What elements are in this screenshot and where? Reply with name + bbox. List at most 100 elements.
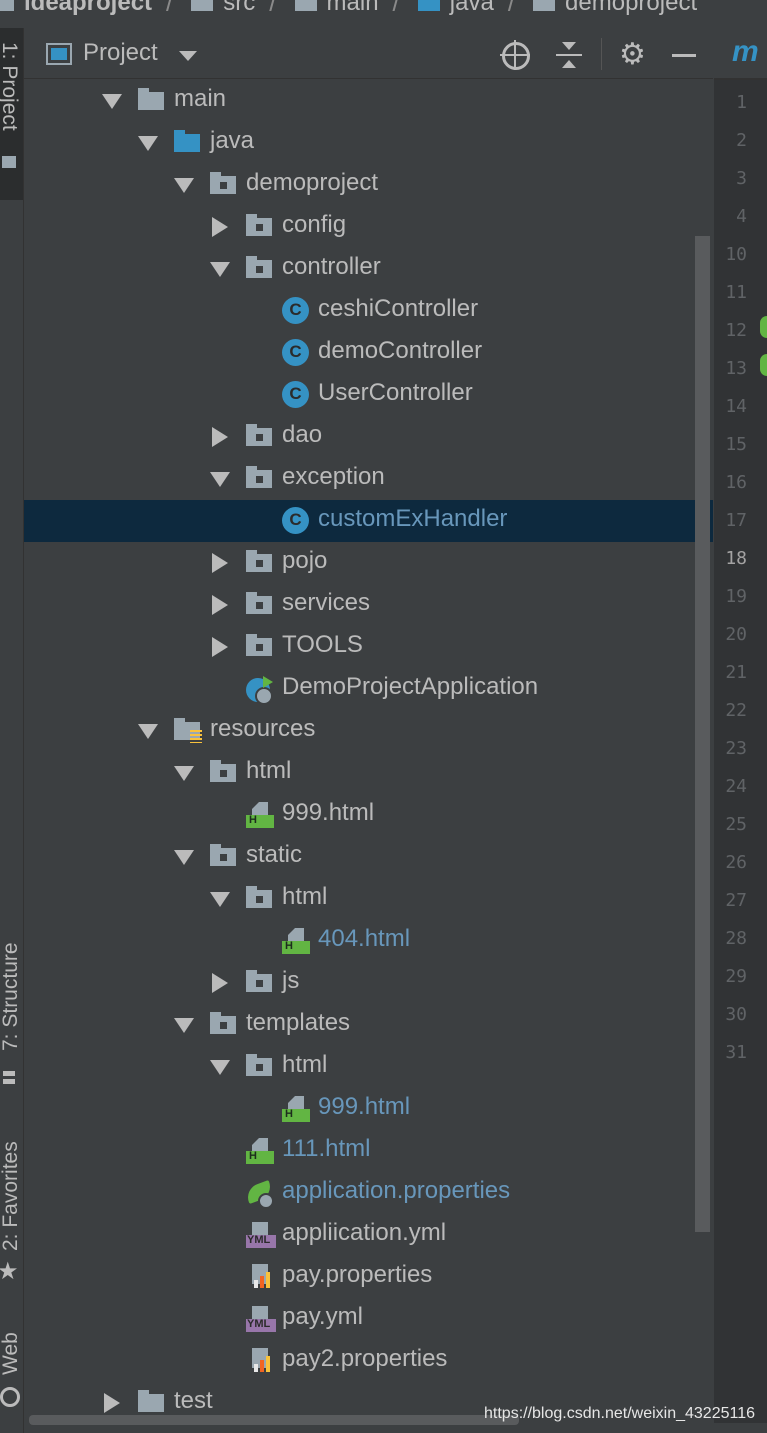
locate-icon[interactable] — [500, 40, 530, 70]
view-dropdown-icon[interactable] — [179, 51, 197, 61]
expand-arrow-icon[interactable] — [174, 766, 194, 781]
expand-arrow-icon[interactable] — [174, 850, 194, 865]
tree-row[interactable]: CdemoController — [24, 332, 713, 374]
editor-tab[interactable]: m — [714, 30, 767, 80]
tree-row[interactable]: services — [24, 584, 713, 626]
tree-item-label: pojo — [282, 547, 328, 574]
collapse-all-icon[interactable] — [554, 40, 584, 70]
tree-row[interactable]: DemoProjectApplication — [24, 668, 713, 710]
tree-row[interactable]: pay2.properties — [24, 1340, 713, 1382]
tree-vertical-scrollbar[interactable] — [695, 236, 710, 1232]
tab-project[interactable]: 1: Project — [0, 28, 23, 200]
line-number: 21 — [725, 662, 747, 683]
package-icon — [246, 424, 274, 450]
breadcrumb-item[interactable]: src — [191, 0, 255, 17]
tree-row[interactable]: CcustomExHandler — [24, 500, 713, 542]
line-number: 27 — [725, 890, 747, 911]
expand-arrow-icon[interactable] — [102, 94, 122, 109]
tree-row[interactable]: C UserController — [24, 374, 713, 416]
expand-arrow-icon[interactable] — [210, 472, 230, 487]
tree-item-label: TOOLS — [282, 631, 363, 658]
package-icon — [246, 466, 274, 492]
line-number: 24 — [725, 776, 747, 797]
gutter-marker[interactable] — [760, 316, 767, 338]
tree-row[interactable]: config — [24, 206, 713, 248]
yml-file-icon: YML — [246, 1222, 276, 1248]
tree-row[interactable]: controller — [24, 248, 713, 290]
tree-row[interactable]: YML appliication.yml — [24, 1214, 713, 1256]
tree-row[interactable]: html — [24, 752, 713, 794]
tree-item-label: pay2.properties — [282, 1345, 448, 1372]
hide-icon[interactable] — [672, 40, 702, 70]
tree-row[interactable]: js — [24, 962, 713, 1004]
expand-arrow-icon[interactable] — [174, 1018, 194, 1033]
gutter-marker[interactable] — [760, 354, 767, 376]
collapse-arrow-icon[interactable] — [212, 427, 228, 447]
tree-row[interactable]: dao — [24, 416, 713, 458]
gear-icon[interactable]: ⚙ — [619, 40, 649, 70]
tree-row[interactable]: exception — [24, 458, 713, 500]
tree-row[interactable]: resources — [24, 710, 713, 752]
html-file-icon: H — [246, 802, 274, 828]
tree-horizontal-scrollbar[interactable] — [29, 1415, 519, 1425]
tab-structure[interactable]: 7: Structure — [0, 933, 23, 1093]
breadcrumb-item[interactable]: java — [417, 0, 494, 17]
tree-row[interactable]: demoproject — [24, 164, 713, 206]
tree-row[interactable]: H 999.html — [24, 1088, 713, 1130]
project-tree[interactable]: main java demoproject config controller Ccesh… — [24, 80, 713, 1423]
tree-row[interactable]: TOOLS — [24, 626, 713, 668]
tree-item-label: services — [282, 589, 371, 616]
tree-row[interactable]: YML pay.yml — [24, 1298, 713, 1340]
collapse-arrow-icon[interactable] — [212, 217, 228, 237]
tree-row[interactable]: pojo — [24, 542, 713, 584]
breadcrumb-separator: / — [269, 0, 277, 17]
tree-item-label: pay.yml — [282, 1303, 363, 1330]
tree-row[interactable]: H 111.html — [24, 1130, 713, 1172]
tree-row[interactable]: H 999.html — [24, 794, 713, 836]
folder-icon — [138, 88, 166, 114]
expand-arrow-icon[interactable] — [174, 178, 194, 193]
breadcrumb-item[interactable]: demoproject — [533, 0, 697, 17]
tree-item-label: customExHandler — [318, 505, 508, 532]
java-class-icon: C — [282, 297, 309, 324]
tree-item-label: dao — [282, 421, 323, 448]
panel-title[interactable]: Project — [83, 39, 158, 67]
tree-row[interactable]: H 404.html — [24, 920, 713, 962]
collapse-arrow-icon[interactable] — [212, 973, 228, 993]
breadcrumb-item[interactable]: ideaproject — [0, 0, 152, 17]
tree-row[interactable]: CceshiController — [24, 290, 713, 332]
folder-icon — [294, 0, 317, 11]
tree-row[interactable]: html — [24, 1046, 713, 1088]
tab-favorites[interactable]: 2: Favorites ★ — [0, 1133, 23, 1293]
tree-row[interactable]: pay.properties — [24, 1256, 713, 1298]
tree-row[interactable]: html — [24, 878, 713, 920]
tree-row[interactable]: java — [24, 122, 713, 164]
expand-arrow-icon[interactable] — [210, 1060, 230, 1075]
tab-web[interactable]: Web — [0, 1323, 23, 1423]
expand-arrow-icon[interactable] — [210, 892, 230, 907]
collapse-arrow-icon[interactable] — [212, 637, 228, 657]
tree-row[interactable]: application.properties — [24, 1172, 713, 1214]
collapse-arrow-icon[interactable] — [212, 553, 228, 573]
tree-row[interactable]: main — [24, 80, 713, 122]
line-number: 13 — [725, 358, 747, 379]
tree-item-label: 999.html — [318, 1093, 411, 1120]
tree-item-label: demoController — [318, 337, 483, 364]
line-number: 29 — [725, 966, 747, 987]
tree-item-label: controller — [282, 253, 381, 280]
tree-item-label: html — [246, 757, 292, 784]
folder-icon — [138, 1390, 166, 1416]
tree-row[interactable]: static — [24, 836, 713, 878]
expand-arrow-icon[interactable] — [138, 724, 158, 739]
collapse-arrow-icon[interactable] — [104, 1393, 120, 1413]
tree-row[interactable]: templates — [24, 1004, 713, 1046]
line-number: 26 — [725, 852, 747, 873]
breadcrumb-item[interactable]: main — [294, 0, 379, 17]
source-folder-icon — [417, 0, 440, 11]
expand-arrow-icon[interactable] — [138, 136, 158, 151]
line-number: 11 — [725, 282, 747, 303]
expand-arrow-icon[interactable] — [210, 262, 230, 277]
collapse-arrow-icon[interactable] — [212, 595, 228, 615]
structure-icon — [3, 1071, 15, 1085]
tree-item-label: resources — [210, 715, 316, 742]
